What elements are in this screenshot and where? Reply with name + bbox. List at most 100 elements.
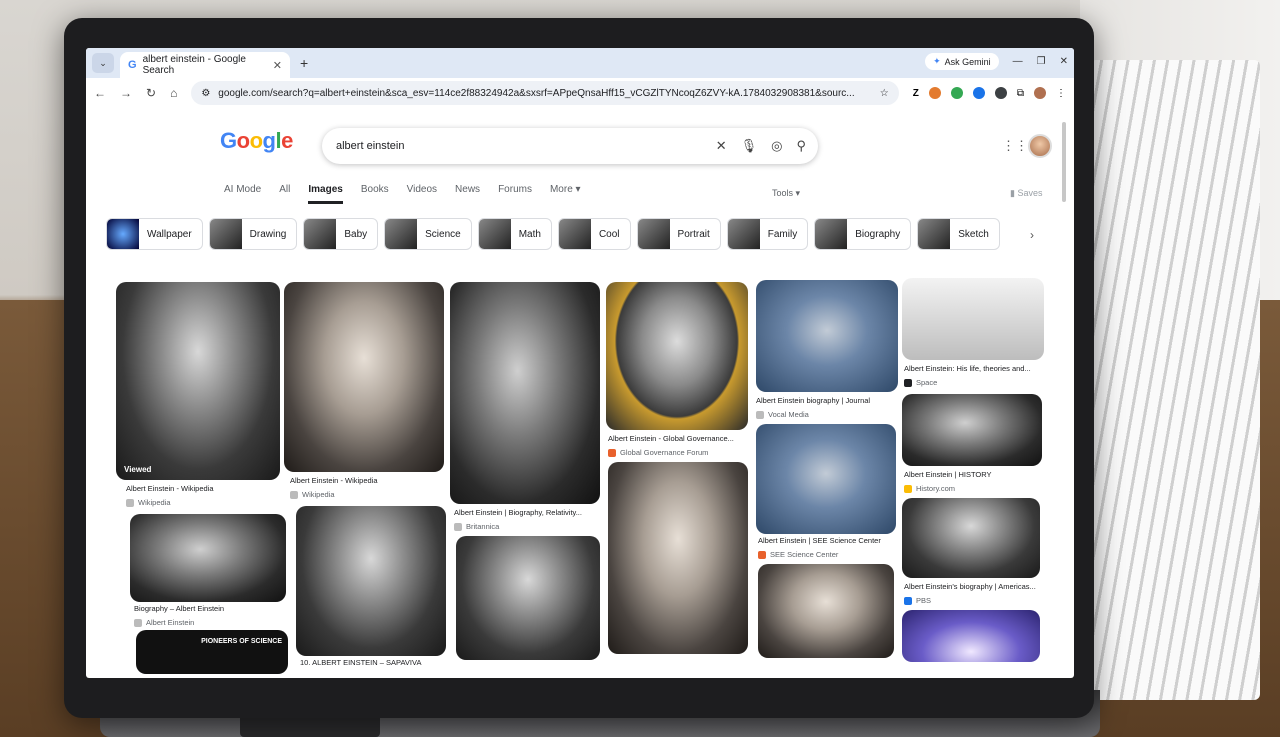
result-image[interactable]: Viewed: [116, 282, 280, 480]
chip-portrait[interactable]: Portrait: [636, 218, 721, 250]
result-image[interactable]: PIONEERS OF SCIENCE: [136, 630, 288, 674]
result-image[interactable]: [902, 610, 1040, 662]
tab-ai-mode[interactable]: AI Mode: [224, 184, 261, 204]
ask-gemini-button[interactable]: ✦ Ask Gemini: [925, 53, 999, 70]
browser-toolbar: ← → ↻ ⌂ ⚙ google.com/search?q=albert+ein…: [86, 78, 1074, 108]
result-source[interactable]: Global Governance Forum: [608, 448, 708, 457]
saves-button[interactable]: ▮ Saves: [1010, 188, 1042, 199]
new-tab-button[interactable]: +: [300, 55, 308, 71]
result-source[interactable]: PBS: [904, 596, 931, 605]
reload-icon[interactable]: ↻: [146, 86, 156, 100]
minimize-button[interactable]: —: [1013, 56, 1023, 67]
extension-orange-icon[interactable]: [928, 87, 941, 99]
result-image[interactable]: [284, 282, 444, 472]
result-image[interactable]: [756, 280, 898, 392]
result-caption[interactable]: Albert Einstein biography | Journal: [756, 396, 870, 405]
chip-cool[interactable]: Cool: [557, 218, 631, 250]
extension-dark-icon[interactable]: [994, 87, 1007, 99]
result-caption[interactable]: Albert Einstein's biography | Americas..…: [904, 582, 1036, 591]
tab-google-search[interactable]: G albert einstein - Google Search ✕: [120, 52, 290, 78]
tab-search-button[interactable]: ⌄: [92, 53, 114, 73]
tab-all[interactable]: All: [279, 184, 290, 204]
result-source-label: Wikipedia: [302, 490, 335, 499]
search-box[interactable]: albert einstein ✕ 🎙 ◎ ⚲: [322, 128, 818, 164]
chip-thumbnail: [637, 219, 670, 249]
result-source[interactable]: SEE Science Center: [758, 550, 838, 559]
tab-forums[interactable]: Forums: [498, 184, 532, 204]
extension-blue-icon[interactable]: [972, 87, 985, 99]
extensions-puzzle-icon[interactable]: ⧉: [1017, 88, 1024, 99]
result-image[interactable]: [456, 536, 600, 660]
result-image[interactable]: [902, 498, 1040, 578]
microphone-icon[interactable]: 🎙: [741, 138, 758, 154]
close-tab-icon[interactable]: ✕: [273, 59, 282, 72]
chip-science[interactable]: Science: [384, 218, 472, 250]
chip-family[interactable]: Family: [726, 218, 809, 250]
result-image[interactable]: [902, 278, 1044, 360]
chip-thumbnail: [727, 219, 760, 249]
result-source[interactable]: Space: [904, 378, 937, 387]
result-caption[interactable]: 10. ALBERT EINSTEIN – SAPAVIVA: [300, 658, 421, 667]
result-source[interactable]: Wikipedia: [126, 498, 171, 507]
result-image[interactable]: [756, 424, 896, 534]
lens-camera-icon[interactable]: ◎: [771, 138, 782, 154]
result-caption[interactable]: Albert Einstein: His life, theories and.…: [904, 364, 1031, 373]
home-icon[interactable]: ⌂: [170, 86, 177, 100]
result-source[interactable]: Wikipedia: [290, 490, 335, 499]
chip-math[interactable]: Math: [477, 218, 552, 250]
result-image[interactable]: [296, 506, 446, 656]
search-icon[interactable]: ⚲: [796, 138, 806, 154]
clear-icon[interactable]: ✕: [716, 138, 727, 154]
chip-drawing[interactable]: Drawing: [208, 218, 298, 250]
britannica-icon: [454, 522, 462, 531]
result-caption[interactable]: Albert Einstein - Global Governance...: [608, 434, 734, 443]
result-image[interactable]: [902, 394, 1042, 466]
tab-videos[interactable]: Videos: [407, 184, 437, 204]
url-text: google.com/search?q=albert+einstein&sca_…: [218, 87, 855, 99]
address-bar[interactable]: ⚙ google.com/search?q=albert+einstein&sc…: [191, 81, 899, 105]
result-image[interactable]: [450, 282, 600, 504]
result-image[interactable]: [606, 282, 748, 430]
extension-green-icon[interactable]: [950, 87, 963, 99]
bookmark-star-icon[interactable]: ☆: [880, 88, 889, 99]
google-logo[interactable]: Google: [220, 128, 293, 154]
chip-sketch[interactable]: Sketch: [917, 218, 1000, 250]
result-source[interactable]: History.com: [904, 484, 955, 493]
chip-baby[interactable]: Baby: [303, 218, 379, 250]
result-caption[interactable]: Albert Einstein | SEE Science Center: [758, 536, 881, 545]
wikipedia-icon: [290, 490, 298, 499]
forward-arrow-icon[interactable]: →: [120, 86, 132, 100]
zotero-extension-icon[interactable]: Z: [913, 88, 919, 99]
search-input[interactable]: albert einstein: [336, 140, 702, 152]
profile-avatar-icon[interactable]: [1034, 87, 1046, 99]
google-favicon-icon: G: [128, 59, 137, 71]
tools-button[interactable]: Tools ▾: [772, 188, 800, 199]
tab-news[interactable]: News: [455, 184, 480, 204]
back-arrow-icon[interactable]: ←: [94, 86, 106, 100]
account-avatar[interactable]: [1028, 134, 1052, 158]
tab-more[interactable]: More ▾: [550, 184, 581, 204]
result-source[interactable]: Britannica: [454, 522, 499, 531]
result-image[interactable]: [608, 462, 748, 654]
chip-thumbnail: [209, 219, 242, 249]
site-info-icon[interactable]: ⚙: [201, 88, 210, 99]
close-window-button[interactable]: ✕: [1060, 56, 1068, 67]
page-scrollbar[interactable]: [1062, 122, 1066, 202]
result-caption[interactable]: Albert Einstein - Wikipedia: [126, 484, 214, 493]
result-source[interactable]: Albert Einstein: [134, 618, 194, 627]
result-caption[interactable]: Biography – Albert Einstein: [134, 604, 224, 613]
chip-wallpaper[interactable]: Wallpaper: [106, 218, 203, 250]
google-results-page: Google albert einstein ✕ 🎙 ◎ ⚲ ⋮⋮⋮ AI Mo…: [86, 108, 1074, 678]
chip-biography[interactable]: Biography: [814, 218, 912, 250]
result-image[interactable]: [758, 564, 894, 658]
result-caption[interactable]: Albert Einstein | HISTORY: [904, 470, 992, 479]
result-caption[interactable]: Albert Einstein - Wikipedia: [290, 476, 378, 485]
result-image[interactable]: [130, 514, 286, 602]
browser-menu-icon[interactable]: ⋮: [1056, 88, 1066, 99]
result-caption[interactable]: Albert Einstein | Biography, Relativity.…: [454, 508, 582, 517]
maximize-button[interactable]: ❐: [1037, 56, 1046, 67]
chevron-right-icon[interactable]: ›: [1030, 228, 1034, 242]
tab-books[interactable]: Books: [361, 184, 389, 204]
tab-images[interactable]: Images: [308, 184, 343, 204]
result-source[interactable]: Vocal Media: [756, 410, 809, 419]
